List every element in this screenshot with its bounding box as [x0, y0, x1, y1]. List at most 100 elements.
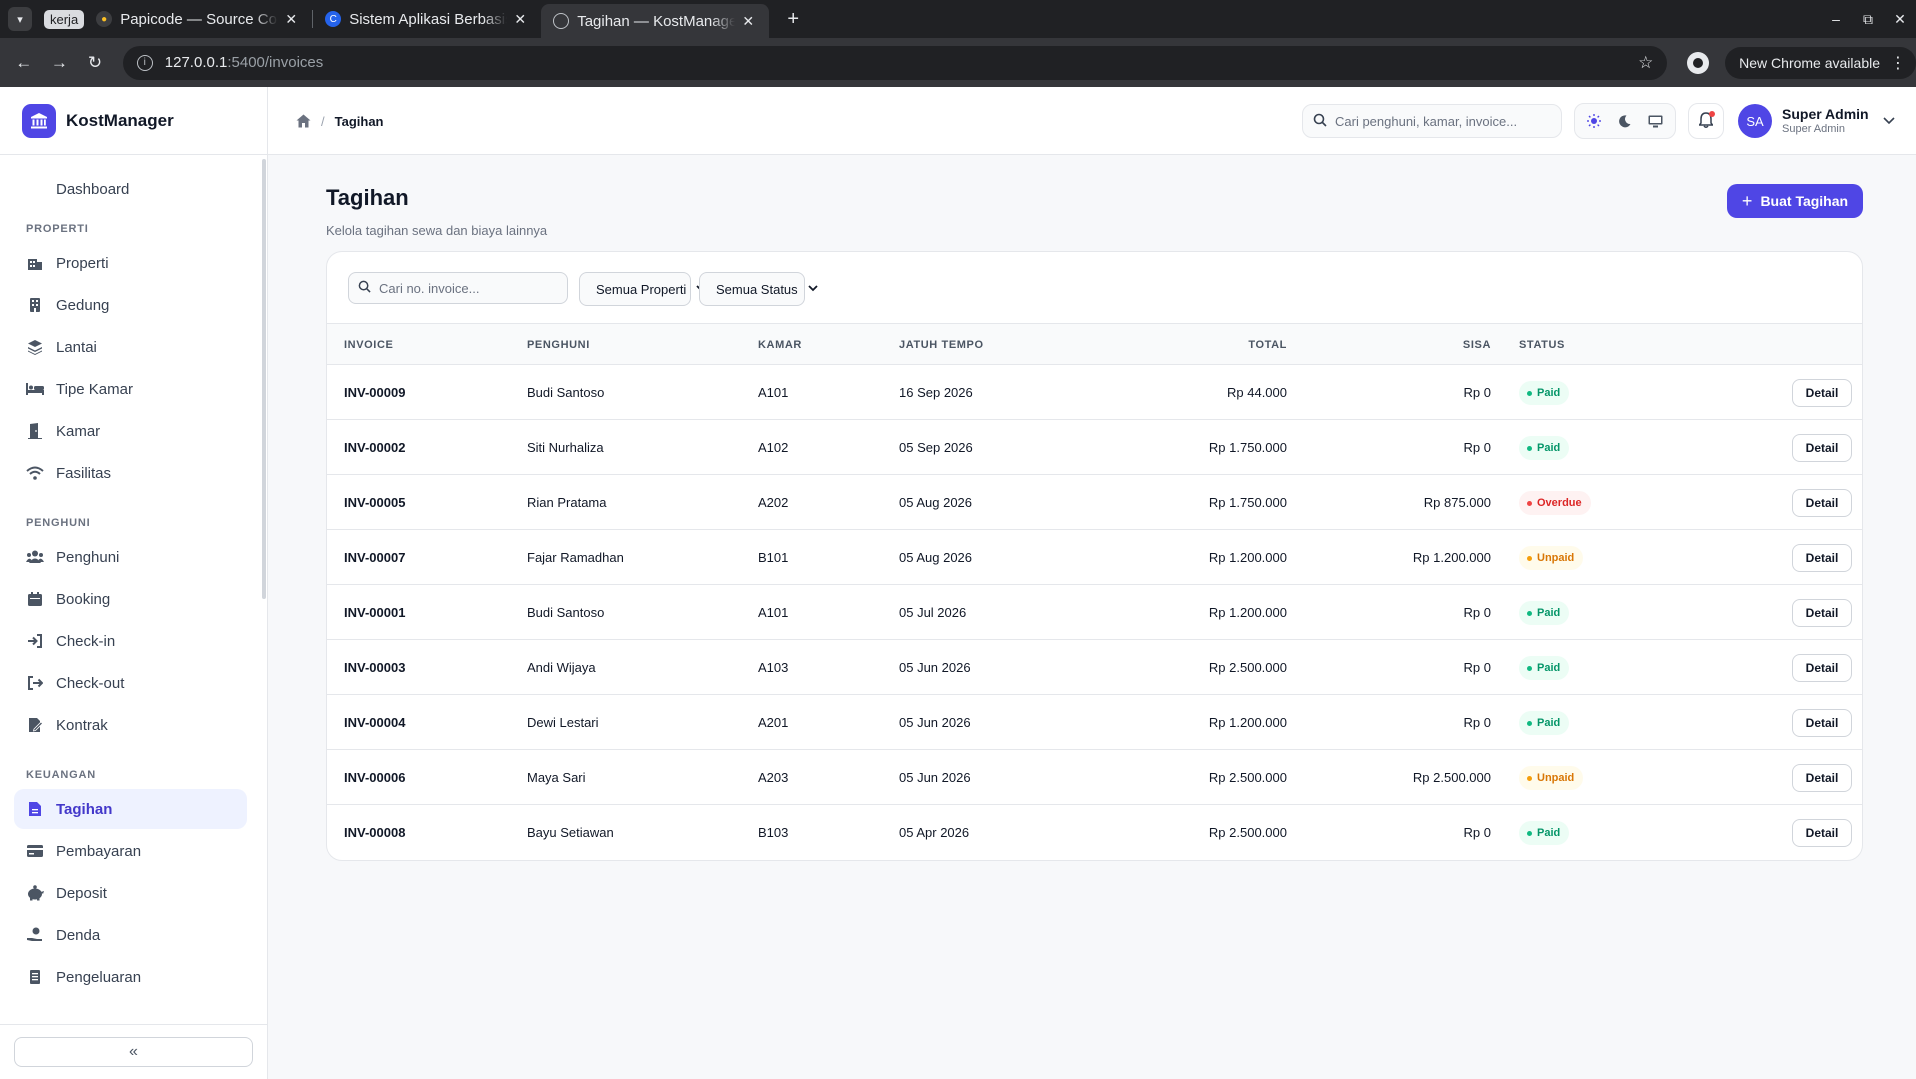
create-invoice-button[interactable]: + Buat Tagihan: [1727, 184, 1863, 218]
reload-icon[interactable]: ↻: [77, 53, 113, 73]
minimize-icon[interactable]: –: [1820, 11, 1852, 27]
collapse-sidebar-button[interactable]: «: [14, 1037, 253, 1067]
address-bar[interactable]: i 127.0.0.1:5400/invoices ☆: [122, 45, 1668, 80]
sidebar-item-check-out[interactable]: Check-out: [14, 663, 247, 703]
invoice-icon: [26, 800, 44, 818]
column-header-total[interactable]: TOTAL: [1087, 324, 1287, 366]
table-row[interactable]: INV-00002 Siti Nurhaliza A102 05 Sep 2026 Rp…: [327, 420, 1862, 475]
invoice-number[interactable]: INV-00004: [344, 695, 405, 750]
property-select[interactable]: Semua Properti: [579, 272, 706, 306]
invoice-search[interactable]: [348, 272, 568, 304]
detail-button[interactable]: Detail: [1792, 379, 1852, 407]
detail-button[interactable]: Detail: [1792, 599, 1852, 627]
browser-tab[interactable]: ● Papicode — Source Code ✕: [84, 0, 312, 38]
column-header-status[interactable]: STATUS: [1519, 324, 1565, 366]
sidebar-item-kamar[interactable]: Kamar: [14, 411, 247, 451]
site-info-icon[interactable]: i: [136, 54, 153, 71]
column-header-sisa[interactable]: SISA: [1297, 324, 1491, 366]
sidebar-item-check-in[interactable]: Check-in: [14, 621, 247, 661]
status-dot: [1527, 445, 1532, 451]
detail-button[interactable]: Detail: [1792, 764, 1852, 792]
tenant-name: Budi Santoso: [527, 605, 605, 620]
table-row[interactable]: INV-00004 Dewi Lestari A201 05 Jun 2026 Rp 1…: [327, 695, 1862, 750]
sidebar-item-kontrak[interactable]: Kontrak: [14, 705, 247, 745]
invoice-number[interactable]: INV-00003: [344, 640, 405, 695]
new-tab-button[interactable]: +: [779, 8, 807, 31]
tab-group-chip[interactable]: kerja: [44, 9, 85, 29]
column-header-penghuni[interactable]: PENGHUNI: [527, 324, 590, 366]
detail-button[interactable]: Detail: [1792, 654, 1852, 682]
forward-arrow-icon[interactable]: →: [42, 53, 78, 73]
tab-search-button[interactable]: ▾: [8, 7, 32, 31]
app-favicon-icon: C: [325, 11, 342, 27]
table-row[interactable]: INV-00009 Budi Santoso A101 16 Sep 2026 Rp 4…: [327, 365, 1862, 420]
back-arrow-icon[interactable]: ←: [6, 53, 42, 73]
detail-button[interactable]: Detail: [1792, 819, 1852, 847]
table-row[interactable]: INV-00007 Fajar Ramadhan B101 05 Aug 2026 Rp…: [327, 530, 1862, 585]
close-icon[interactable]: ✕: [282, 11, 300, 28]
plus-icon: +: [1741, 190, 1753, 211]
bookmark-star-icon[interactable]: ☆: [1638, 53, 1653, 73]
total-amount: Rp 44.000: [1227, 385, 1287, 400]
monitor-icon[interactable]: [1643, 108, 1669, 134]
status-badge: Unpaid: [1519, 766, 1584, 790]
sun-icon[interactable]: [1581, 108, 1607, 134]
status-badge: Paid: [1519, 436, 1570, 460]
sidebar-item-dashboard[interactable]: Dashboard: [14, 169, 247, 209]
detail-button[interactable]: Detail: [1792, 489, 1852, 517]
sidebar-item-tagihan[interactable]: Tagihan: [14, 789, 247, 829]
home-icon[interactable]: [296, 114, 311, 128]
detail-button[interactable]: Detail: [1792, 434, 1852, 462]
table-row[interactable]: INV-00005 Rian Pratama A202 05 Aug 2026 Rp 1…: [327, 475, 1862, 530]
browser-tab-active[interactable]: Tagihan — KostManager ✕: [541, 4, 770, 38]
sidebar-item-lantai[interactable]: Lantai: [14, 327, 247, 367]
global-search[interactable]: [1302, 104, 1562, 138]
sidebar-item-deposit[interactable]: Deposit: [14, 873, 247, 913]
balance-amount: Rp 0: [1463, 660, 1491, 675]
status-dot: [1527, 555, 1532, 561]
column-header-jatuh-tempo[interactable]: JATUH TEMPO: [899, 324, 984, 366]
status-select[interactable]: Semua Status: [699, 272, 818, 306]
restore-icon[interactable]: ⧉: [1852, 11, 1884, 28]
sidebar-item-label: Check-out: [56, 674, 125, 692]
notifications-button[interactable]: [1688, 103, 1724, 139]
browser-tab[interactable]: C Sistem Aplikasi Berbasis ✕: [313, 0, 541, 38]
detail-button[interactable]: Detail: [1792, 709, 1852, 737]
global-search-input[interactable]: [1335, 113, 1545, 129]
column-header-kamar[interactable]: KAMAR: [758, 324, 802, 366]
close-icon[interactable]: ✕: [511, 11, 529, 28]
profile-icon[interactable]: [1687, 51, 1710, 74]
table-row[interactable]: INV-00008 Bayu Setiawan B103 05 Apr 2026 Rp …: [327, 805, 1862, 860]
sidebar-item-penghuni[interactable]: Penghuni: [14, 537, 247, 577]
table-row[interactable]: INV-00003 Andi Wijaya A103 05 Jun 2026 Rp 2.…: [327, 640, 1862, 695]
invoice-number[interactable]: INV-00007: [344, 530, 405, 585]
sidebar-item-gedung[interactable]: Gedung: [14, 285, 247, 325]
table-row[interactable]: INV-00006 Maya Sari A203 05 Jun 2026 Rp 2.50…: [327, 750, 1862, 805]
table-row[interactable]: INV-00001 Budi Santoso A101 05 Jul 2026 Rp 1…: [327, 585, 1862, 640]
table-header: INVOICE PENGHUNI KAMAR JATUH TEMPO TOTAL…: [327, 323, 1862, 365]
invoice-number[interactable]: INV-00009: [344, 365, 405, 420]
invoice-number[interactable]: INV-00001: [344, 585, 405, 640]
moon-icon[interactable]: [1612, 108, 1638, 134]
close-icon[interactable]: ✕: [739, 13, 757, 30]
close-window-icon[interactable]: ✕: [1884, 11, 1916, 28]
sidebar-scrollbar[interactable]: [262, 159, 266, 599]
chevron-down-icon: [808, 284, 818, 295]
sidebar-item-pengeluaran[interactable]: Pengeluaran: [14, 957, 247, 997]
sidebar-item-denda[interactable]: Denda: [14, 915, 247, 955]
update-chrome-button[interactable]: New Chrome available ⋮: [1725, 46, 1916, 79]
sidebar-item-properti[interactable]: Properti: [14, 243, 247, 283]
brand[interactable]: KostManager: [0, 87, 267, 155]
invoice-number[interactable]: INV-00005: [344, 475, 405, 530]
sidebar-item-pembayaran[interactable]: Pembayaran: [14, 831, 247, 871]
sidebar-item-tipe-kamar[interactable]: Tipe Kamar: [14, 369, 247, 409]
sidebar-item-booking[interactable]: Booking: [14, 579, 247, 619]
sidebar-item-fasilitas[interactable]: Fasilitas: [14, 453, 247, 493]
invoice-number[interactable]: INV-00008: [344, 805, 405, 860]
invoice-number[interactable]: INV-00002: [344, 420, 405, 475]
detail-button[interactable]: Detail: [1792, 544, 1852, 572]
column-header-invoice[interactable]: INVOICE: [344, 324, 393, 366]
user-menu[interactable]: SA Super Admin Super Admin: [1738, 100, 1895, 142]
invoice-search-input[interactable]: [379, 280, 559, 296]
invoice-number[interactable]: INV-00006: [344, 750, 405, 805]
